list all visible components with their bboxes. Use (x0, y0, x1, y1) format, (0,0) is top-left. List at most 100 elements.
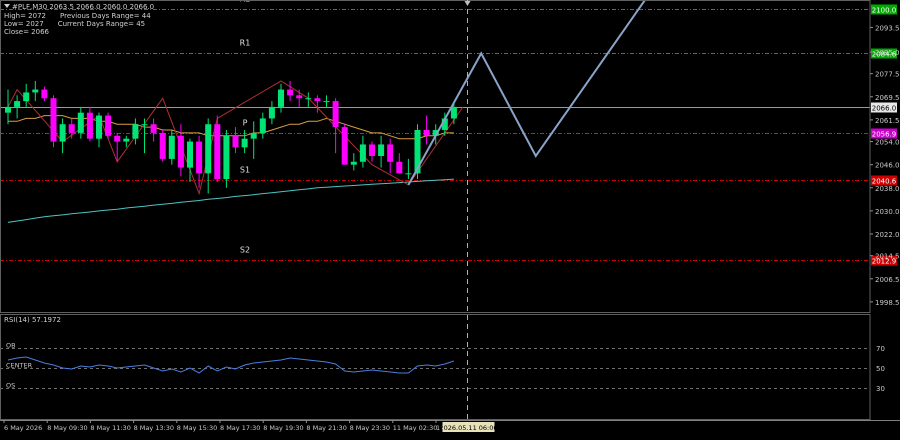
price-tick-label: 2022.0 (875, 231, 900, 239)
candle-body[interactable] (59, 124, 66, 142)
level-price-tag-text-r2: 2100.0 (872, 7, 897, 15)
rsi-pane[interactable]: OB CENTER OS (0, 342, 870, 390)
candle-body[interactable] (268, 106, 275, 119)
candle-body[interactable] (287, 89, 294, 96)
time-tick-label: 6 May 2026 (4, 424, 42, 432)
candle-body[interactable] (96, 115, 102, 139)
candle-body[interactable] (141, 124, 148, 126)
level-label-s2: S2 (240, 246, 250, 255)
candle-body[interactable] (359, 144, 366, 162)
candle-body[interactable] (41, 89, 48, 99)
previous-days-range: Previous Days Range= 44 (60, 12, 151, 20)
price-pane-frame (0, 0, 871, 313)
rsi-tick-label: 50 (876, 365, 885, 373)
candle-body[interactable] (241, 138, 248, 148)
trading-chart[interactable]: R2R1PS1S2 OBCENTEROS 2100.02084.62056.92… (0, 0, 900, 440)
time-tick-label: 8 May 11:30 (90, 424, 130, 432)
candle-body[interactable] (350, 161, 357, 165)
info-line-2: High= 2072 Previous Days Range= 44 (4, 12, 151, 20)
price-tick-label: 2046.0 (875, 162, 900, 170)
day-high: High= 2072 (4, 12, 46, 20)
candle-body[interactable] (232, 135, 239, 148)
day-low: Low= 2027 (4, 20, 44, 28)
candle-body[interactable] (14, 101, 21, 107)
time-tick-label: 8 May 19:30 (263, 424, 303, 432)
candle-body[interactable] (223, 135, 230, 180)
candle-body[interactable] (123, 138, 130, 142)
axes: 2100.02084.62056.92040.62012.92066.02093… (0, 0, 900, 432)
info-line-4: Close= 2066 (4, 28, 49, 36)
collapse-triangle-icon[interactable] (4, 4, 10, 8)
rsi-level-label: OS (6, 382, 15, 390)
candle-body[interactable] (196, 141, 203, 174)
shift-marker-triangle-icon[interactable] (464, 1, 471, 6)
price-tick-label: 1998.5 (875, 299, 900, 307)
moving-average-fast (8, 115, 454, 140)
candle-body[interactable] (423, 130, 430, 136)
current-price-tag-text: 2066.0 (872, 105, 897, 113)
symbol-header: #PLF,M30 2063.5 2066.0 2060.0 2066.0 (4, 3, 154, 11)
candle-body[interactable] (5, 106, 11, 113)
projection-path[interactable] (407, 0, 646, 186)
candle-body[interactable] (323, 101, 330, 103)
level-label-r1: R1 (240, 39, 251, 48)
time-tick-label: 8 May 09:30 (47, 424, 87, 432)
candle-body[interactable] (214, 124, 221, 180)
time-tick-label: 8 May 17:30 (220, 424, 260, 432)
candle-body[interactable] (250, 132, 257, 139)
candle-body[interactable] (168, 135, 175, 159)
candle-body[interactable] (187, 141, 193, 168)
candle-body[interactable] (68, 124, 75, 133)
candle-body[interactable] (305, 98, 312, 100)
rsi-level-label: OB (6, 342, 16, 350)
moving-average-slow (7, 178, 454, 223)
candle-body[interactable] (259, 118, 266, 133)
candle-body[interactable] (278, 89, 284, 107)
day-close: Close= 2066 (4, 28, 49, 36)
rsi-line (7, 356, 455, 374)
price-pane[interactable]: R2R1PS1S2 (0, 0, 870, 261)
price-tick-label: 2061.5 (875, 117, 900, 125)
candle-body[interactable] (114, 135, 121, 142)
price-tick-label: 2054.0 (875, 139, 900, 147)
candle-body[interactable] (341, 127, 348, 165)
candle-body[interactable] (150, 124, 157, 133)
candle-body[interactable] (105, 115, 112, 136)
candle-body[interactable] (132, 124, 139, 139)
candle-body[interactable] (32, 89, 39, 93)
candle-body[interactable] (378, 144, 385, 156)
price-tick-label: 2038.0 (875, 185, 900, 193)
rsi-pane-frame (0, 314, 871, 420)
level-label-p: P (243, 119, 248, 128)
candle-body[interactable] (77, 112, 84, 133)
candle-body[interactable] (50, 98, 57, 142)
candle-body[interactable] (23, 92, 30, 102)
candle-body[interactable] (314, 98, 321, 102)
time-tick-label: 8 May 13:30 (134, 424, 174, 432)
candle-body[interactable] (296, 95, 303, 99)
price-tick-label: 2077.5 (875, 71, 900, 79)
candle-body[interactable] (86, 112, 93, 139)
candle-body[interactable] (332, 101, 339, 128)
rsi-tick-label: 30 (876, 385, 885, 393)
rsi-tick-label: 70 (876, 345, 885, 353)
symbol-timeframe: #PLF,M30 (12, 3, 48, 11)
time-tick-label: 8 May 21:30 (306, 424, 346, 432)
price-tick-label: 2093.5 (875, 24, 900, 32)
level-price-tag-text-p: 2056.9 (872, 131, 897, 139)
candle-body[interactable] (450, 106, 457, 119)
candle-body[interactable] (177, 135, 184, 168)
candle-body[interactable] (387, 144, 394, 162)
time-tick-label: 11 May 02:30 (393, 424, 438, 432)
candle-body[interactable] (396, 161, 403, 174)
price-tick-label: 2030.0 (875, 208, 900, 216)
rsi-label: RSI(14) 57.1972 (4, 316, 61, 324)
price-tick-label: 2014.5 (875, 253, 900, 261)
candle-body[interactable] (205, 124, 212, 174)
price-tick-label: 2085.0 (875, 49, 900, 57)
time-tick-label: 8 May 23:30 (350, 424, 390, 432)
candle-body[interactable] (159, 132, 166, 159)
level-label-s1: S1 (240, 166, 250, 175)
candle-body[interactable] (405, 173, 412, 175)
candle-body[interactable] (369, 144, 375, 156)
